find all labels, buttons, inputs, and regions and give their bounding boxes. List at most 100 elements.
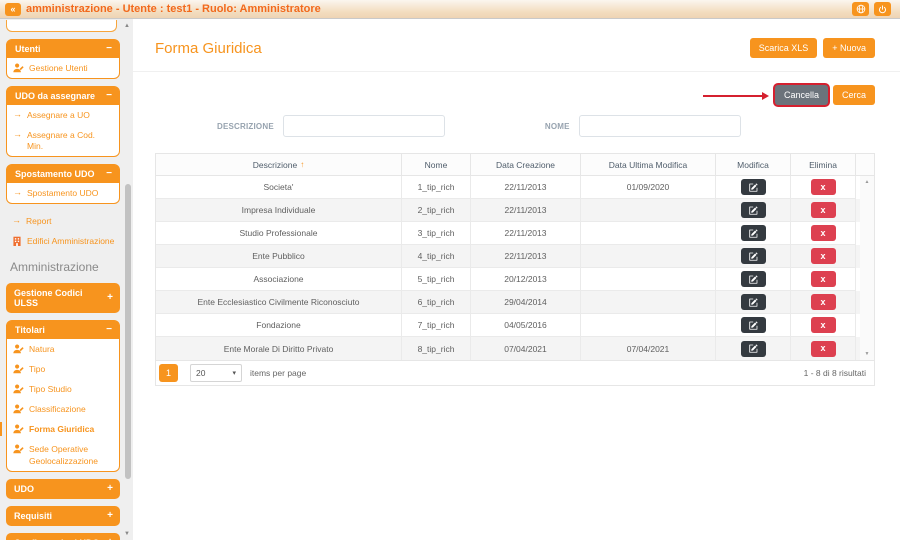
cell-elimina: x (791, 314, 856, 337)
cell-data-creazione: 07/04/2021 (471, 337, 581, 360)
column-header-descrizione[interactable]: Descrizione ↑ (156, 154, 402, 175)
nome-input[interactable] (579, 115, 741, 137)
data-grid: Descrizione ↑ Nome Data Creazione Data U… (155, 153, 875, 386)
cell-data-creazione: 22/11/2013 (471, 245, 581, 268)
sidebar-collapse-button[interactable]: « (5, 3, 21, 16)
sidebar-scrollbar-thumb[interactable] (125, 184, 131, 479)
cell-data-ultima-modifica: 07/04/2021 (581, 337, 716, 360)
edit-icon (749, 321, 758, 330)
scrollbar-up-icon[interactable]: ▲ (124, 23, 130, 29)
user-icon (13, 344, 24, 354)
sidebar-item-classificazione[interactable]: Classificazione (7, 399, 119, 419)
sidebar-panel-spostamento-udo: Spostamento UDO − → Spostamento UDO (6, 164, 120, 204)
table-row: Studio Professionale 3_tip_rich 22/11/20… (156, 222, 860, 245)
cell-elimina: x (791, 291, 856, 314)
panel-header-utenti[interactable]: Utenti − (7, 40, 119, 58)
arrow-right-icon: → (13, 188, 22, 198)
sidebar-item-assegnare-a-uo[interactable]: → Assegnare a UO (7, 105, 119, 125)
sidebar-item-label: Tipo (29, 364, 45, 375)
cell-data-ultima-modifica (581, 291, 716, 314)
logout-button[interactable] (874, 2, 891, 16)
cell-elimina: x (791, 268, 856, 291)
search-button[interactable]: Cerca (833, 85, 875, 105)
panel-header-requisiti[interactable]: Requisiti + (6, 506, 120, 526)
delete-button[interactable]: x (811, 317, 836, 333)
column-header-data-ultima-modifica[interactable]: Data Ultima Modifica (581, 154, 716, 175)
edit-icon (749, 229, 758, 238)
cell-modifica (716, 337, 791, 360)
new-button[interactable]: + Nuova (823, 38, 875, 58)
descrizione-input[interactable] (283, 115, 445, 137)
edit-button[interactable] (741, 271, 766, 287)
table-header: Descrizione ↑ Nome Data Creazione Data U… (156, 154, 874, 176)
arrow-right-icon: → (13, 110, 22, 120)
delete-button[interactable]: x (811, 341, 836, 357)
cell-data-ultima-modifica (581, 268, 716, 291)
user-icon (13, 364, 24, 374)
edit-button[interactable] (741, 225, 766, 241)
cell-data-creazione: 22/11/2013 (471, 199, 581, 222)
sidebar-item-sede-operative-geolocalizzazione[interactable]: Sede Operative Geolocalizzazione (7, 439, 119, 470)
cell-modifica (716, 314, 791, 337)
page-1-button[interactable]: 1 (159, 364, 178, 382)
panel-header-gestione-codici-ulss[interactable]: Gestione Codici ULSS + (6, 283, 120, 313)
delete-button[interactable]: x (811, 179, 836, 195)
table-row: Societa' 1_tip_rich 22/11/2013 01/09/202… (156, 176, 860, 199)
edit-button[interactable] (741, 179, 766, 195)
sidebar-item-label: Report (26, 216, 52, 226)
cell-nome: 7_tip_rich (402, 314, 471, 337)
sidebar-item-gestione-utenti[interactable]: Gestione Utenti (7, 58, 119, 78)
panel-header-udo[interactable]: UDO + (6, 479, 120, 499)
edit-button[interactable] (741, 294, 766, 310)
delete-button[interactable]: x (811, 294, 836, 310)
scrollbar-down-icon[interactable]: ▼ (865, 351, 870, 357)
sidebar-item-tipo[interactable]: Tipo (7, 359, 119, 379)
delete-button[interactable]: x (811, 225, 836, 241)
sidebar-panel-udo-da-assegnare: UDO da assegnare − → Assegnare a UO → As… (6, 86, 120, 157)
edit-button[interactable] (741, 317, 766, 333)
sidebar: Utenti − Gestione Utenti UDO da assegnar… (0, 19, 133, 540)
expand-plus-icon: + (107, 294, 113, 302)
sidebar-item-natura[interactable]: Natura (7, 339, 119, 359)
table-scrollbar[interactable]: ▲ ▼ (860, 176, 874, 360)
column-header-nome[interactable]: Nome (402, 154, 471, 175)
search-actions: Cancella Cerca (133, 72, 900, 105)
panel-header-udo-da-assegnare[interactable]: UDO da assegnare − (7, 87, 119, 105)
sidebar-item-edifici-amministrazione[interactable]: Edifici Amministrazione (8, 231, 120, 251)
filter-nome: NOME (545, 115, 741, 137)
download-xls-button[interactable]: Scarica XLS (750, 38, 818, 58)
language-button[interactable] (852, 2, 869, 16)
edit-button[interactable] (741, 202, 766, 218)
sidebar-section-heading: Amministrazione (10, 260, 120, 274)
sidebar-item-spostamento-udo[interactable]: → Spostamento UDO (7, 183, 119, 203)
cell-descrizione: Studio Professionale (156, 222, 402, 245)
page-size-select[interactable]: 20 ▾ (190, 364, 242, 382)
pagination-bar: 1 20 ▾ items per page 1 - 8 di 8 risulta… (156, 360, 874, 385)
sidebar-item-assegnare-a-cod-min[interactable]: → Assegnare a Cod. Min. (7, 125, 119, 156)
collapse-minus-icon: − (106, 170, 112, 178)
scrollbar-down-icon[interactable]: ▼ (124, 531, 130, 537)
cell-data-ultima-modifica (581, 222, 716, 245)
clear-button[interactable]: Cancella (775, 85, 828, 105)
results-label: 1 - 8 di 8 risultati (804, 368, 866, 378)
sidebar-item-forma-giuridica[interactable]: Forma Giuridica (7, 419, 119, 439)
panel-title: Requisiti (14, 511, 52, 521)
cell-elimina: x (791, 199, 856, 222)
table-row: Associazione 5_tip_rich 20/12/2013 (156, 268, 860, 291)
edit-button[interactable] (741, 341, 766, 357)
column-header-data-creazione[interactable]: Data Creazione (471, 154, 581, 175)
sidebar-item-label: Assegnare a UO (27, 110, 90, 121)
sidebar-item-tipo-studio[interactable]: Tipo Studio (7, 379, 119, 399)
panel-header-configurazioni-udo[interactable]: Configurazioni UDO + (6, 533, 120, 540)
delete-button[interactable]: x (811, 271, 836, 287)
delete-button[interactable]: x (811, 248, 836, 264)
edit-button[interactable] (741, 248, 766, 264)
cell-descrizione: Associazione (156, 268, 402, 291)
panel-header-titolari[interactable]: Titolari − (7, 321, 119, 339)
table-row: Fondazione 7_tip_rich 04/05/2016 (156, 314, 860, 337)
panel-header-spostamento-udo[interactable]: Spostamento UDO − (7, 165, 119, 183)
delete-button[interactable]: x (811, 202, 836, 218)
scrollbar-up-icon[interactable]: ▲ (865, 179, 870, 185)
sidebar-item-report[interactable]: → Report (8, 211, 120, 231)
panel-title: Titolari (15, 325, 45, 335)
